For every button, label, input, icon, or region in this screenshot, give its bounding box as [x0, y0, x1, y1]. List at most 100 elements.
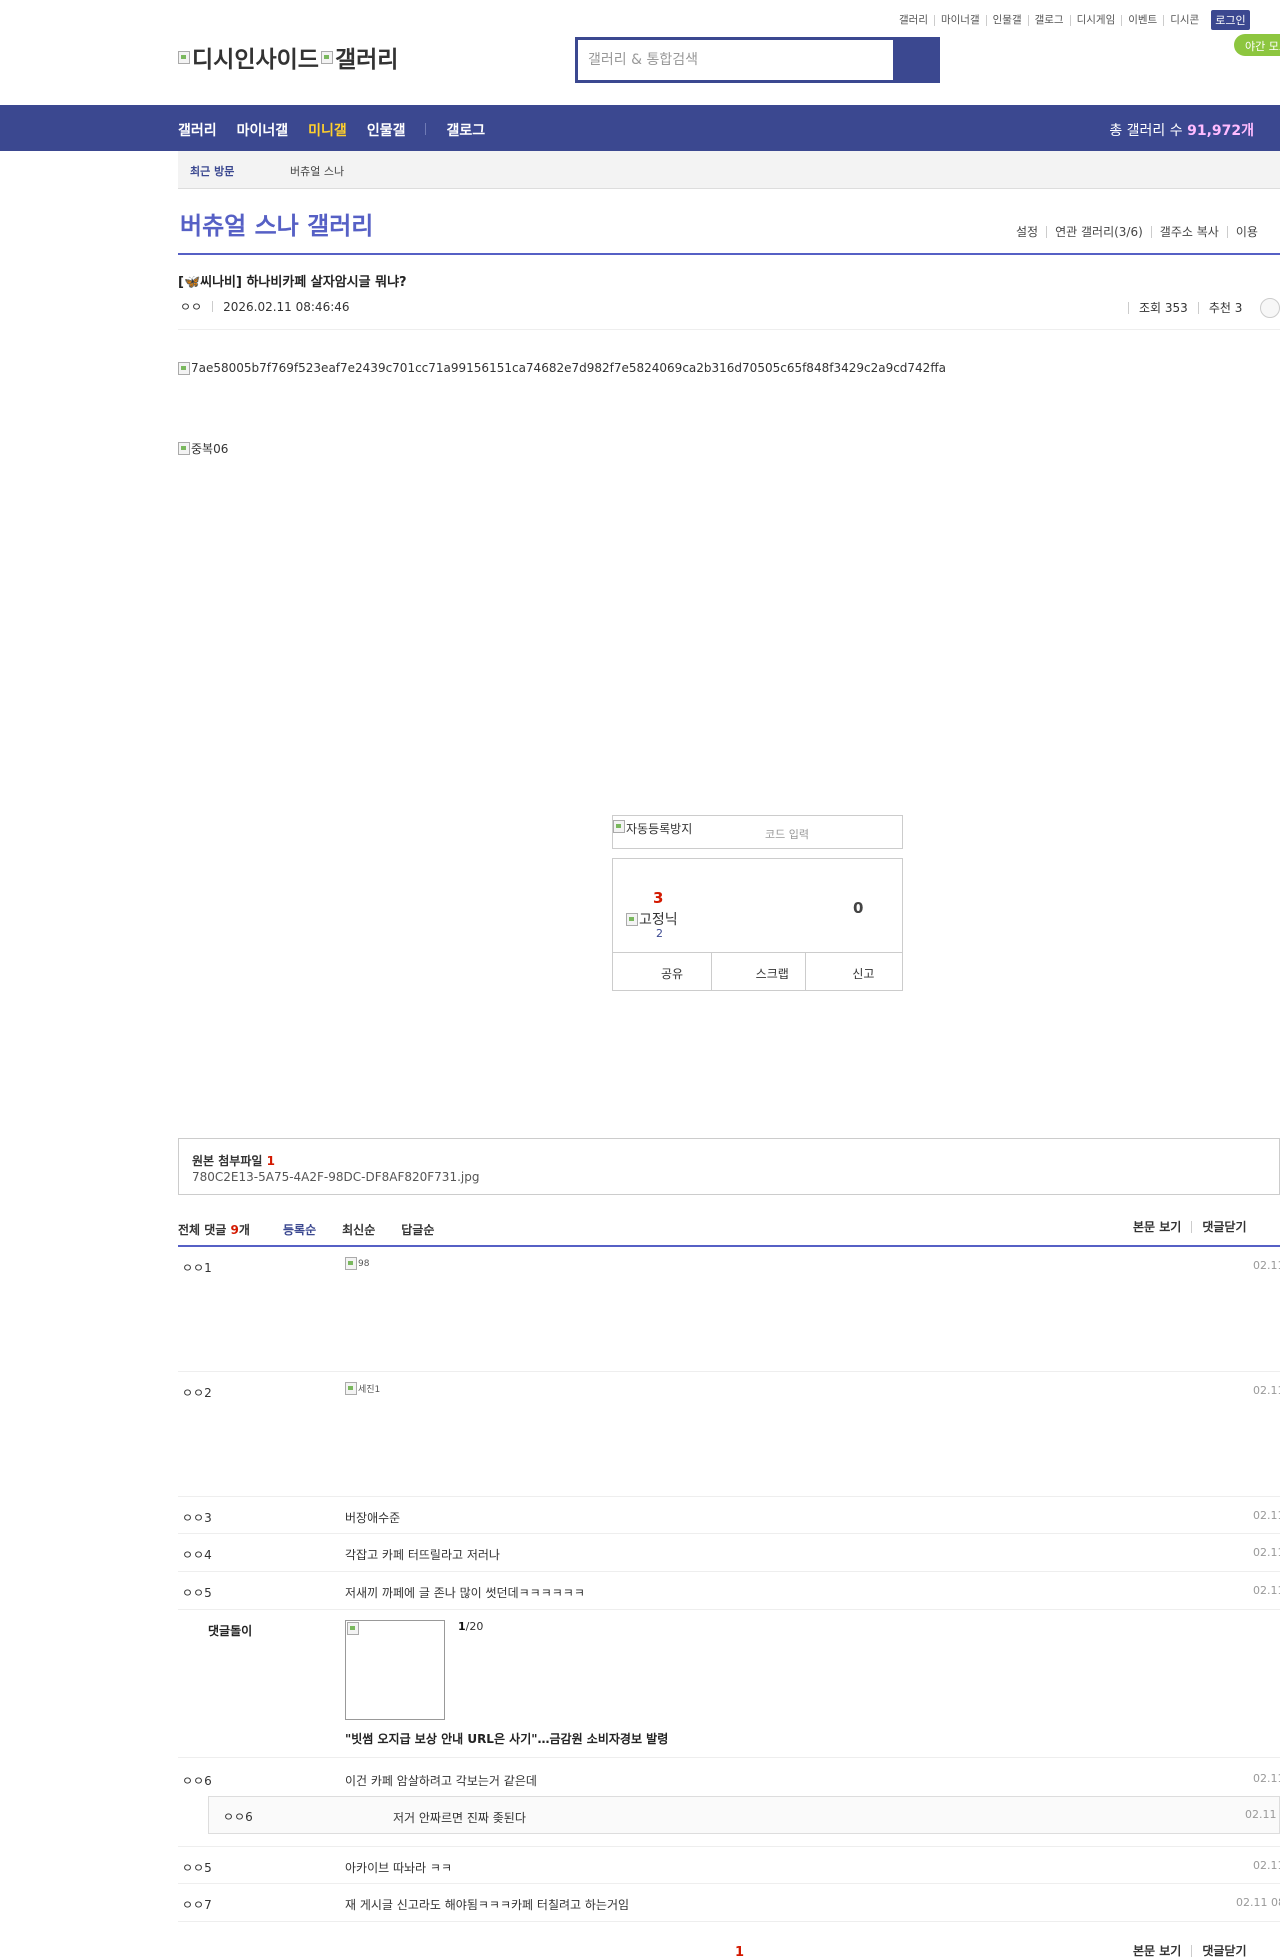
post-image-1[interactable]: 7ae58005b7f769f523eaf7e2439c701cc71a9915…	[178, 361, 946, 375]
attachment-file-link[interactable]: 780C2E13-5A75-4A2F-98DC-DF8AF820F731.jpg	[192, 1170, 479, 1184]
share-button[interactable]: 공유	[613, 953, 711, 990]
comment-nick[interactable]: ㅇㅇ7	[182, 1896, 212, 1913]
top-link-person[interactable]: 인물갤	[985, 14, 1028, 26]
top-link-game[interactable]: 디시게임	[1069, 14, 1122, 26]
ad-headline[interactable]: "빗썸 오지급 보상 안내 URL은 사기"…금감원 소비자경보 발령	[345, 1730, 668, 1747]
comment-nick[interactable]: ㅇㅇ5	[182, 1584, 212, 1601]
comment-row: ㅇㅇ4 각잡고 카페 터뜨릴라고 저러나 02.11 08:48	[178, 1534, 1280, 1572]
nav-gallog[interactable]: 갤로그	[446, 120, 485, 140]
bottom-links: 본문 보기 댓글닫기	[1123, 1945, 1257, 1957]
broken-image-icon	[613, 820, 625, 833]
recent-visit-item[interactable]: 버츄얼 스나	[290, 163, 344, 179]
broken-image-icon	[178, 442, 190, 455]
captcha-box: 자동등록방지 코드 입력	[612, 815, 903, 849]
captcha-input[interactable]: 코드 입력	[765, 826, 809, 842]
close-comments-link[interactable]: 댓글닫기	[1191, 1221, 1256, 1233]
comment-pager-current[interactable]: 1	[735, 1945, 744, 1957]
ad-pager: 1/20	[458, 1620, 484, 1633]
top-nav: 갤러리 마이너갤 인물갤 갤로그 디시게임 이벤트 디시콘 로그인	[893, 10, 1250, 30]
report-button[interactable]: 신고	[805, 953, 902, 990]
reply-text: 저거 안짜르면 진짜 좆된다	[393, 1811, 526, 1825]
copy-gallery-url-link[interactable]: 갤주소 복사	[1150, 226, 1227, 238]
view-post-link-bottom[interactable]: 본문 보기	[1123, 1945, 1191, 1957]
broken-image-icon	[178, 361, 190, 375]
fixed-nick-count: 2	[656, 927, 663, 940]
nav-minor-gallery[interactable]: 마이너갤	[237, 120, 289, 140]
gallery-settings-link[interactable]: 설정	[1008, 226, 1046, 238]
comment-text: 아카이브 따놔라 ㅋㅋ	[345, 1861, 452, 1875]
comment-dccon: 98	[345, 1257, 369, 1270]
recent-visits-bar: 최근 방문 버츄얼 스나	[178, 151, 1280, 189]
view-count: 조회 353	[1128, 302, 1198, 314]
attachment-title: 원본 첨부파일 1	[192, 1154, 275, 1168]
comment-row: ㅇㅇ2 세진1 02.11 08:47	[178, 1372, 1280, 1497]
upvote-count[interactable]: 3	[653, 889, 663, 907]
top-link-gallog[interactable]: 갤로그	[1027, 14, 1070, 26]
recommend-count: 추천 3	[1197, 302, 1253, 314]
search-input[interactable]	[578, 40, 893, 80]
meta-divider	[212, 301, 214, 312]
broken-image-icon	[178, 50, 190, 64]
post-datetime: 2026.02.11 08:46:46	[223, 299, 350, 314]
nav-gallery[interactable]: 갤러리	[178, 120, 217, 140]
view-post-link[interactable]: 본문 보기	[1123, 1221, 1191, 1233]
night-mode-button[interactable]: 야간 모드	[1234, 34, 1280, 56]
comment-date: 02.11 08:50	[1253, 1772, 1280, 1785]
reply-row: ㅇㅇ6 저거 안짜르면 진짜 좆된다 02.11 08:50	[208, 1796, 1280, 1834]
comment-text: 저새끼 까페에 글 존나 많이 썻던데ㅋㅋㅋㅋㅋㅋ	[345, 1586, 585, 1600]
top-link-event[interactable]: 이벤트	[1121, 14, 1163, 26]
reply-nick[interactable]: ㅇㅇ6	[223, 1808, 253, 1825]
broken-image-icon	[345, 1382, 357, 1395]
more-options-button[interactable]	[1260, 298, 1280, 318]
search-button[interactable]	[893, 40, 937, 80]
broken-image-icon	[347, 1622, 359, 1635]
captcha-image: 자동등록방지	[613, 820, 692, 837]
meta-divider-line	[178, 329, 1280, 330]
downvote-count[interactable]: 0	[853, 899, 863, 917]
comment-nick[interactable]: ㅇㅇ4	[182, 1546, 212, 1563]
comment-date: 02.11 08:51	[1253, 1859, 1280, 1872]
post-image-2[interactable]: 중복06	[178, 440, 228, 457]
sort-replies[interactable]: 답글순	[401, 1221, 434, 1238]
top-link-minor[interactable]: 마이너갤	[933, 14, 986, 26]
comment-date: 02.11 08:47	[1253, 1384, 1280, 1397]
comment-row: ㅇㅇ3 버장애수준 02.11 08:48	[178, 1497, 1280, 1534]
recommend-box: 3 고정닉 2 0 공유 스크랩 신고	[612, 858, 903, 991]
comment-nick[interactable]: ㅇㅇ3	[182, 1509, 212, 1526]
comment-nick[interactable]: ㅇㅇ2	[182, 1384, 212, 1401]
reply-date: 02.11 08:50	[1245, 1808, 1280, 1821]
post-stats: 조회 353 추천 3	[1128, 298, 1280, 318]
sort-latest[interactable]: 최신순	[342, 1221, 375, 1238]
comment-text: 재 게시글 신고라도 해야됨ㅋㅋㅋ카페 터칠려고 하는거임	[345, 1898, 630, 1912]
comment-row: ㅇㅇ7 재 게시글 신고라도 해야됨ㅋㅋㅋ카페 터칠려고 하는거임 02.11 …	[178, 1884, 1280, 1922]
gallery-title[interactable]: 버츄얼 스나 갤러리	[180, 206, 373, 241]
usage-link[interactable]: 이용	[1226, 226, 1266, 238]
post-meta: ㅇㅇ 2026.02.11 08:46:46	[180, 298, 350, 315]
comment-date: 02.11 08:47	[1253, 1259, 1280, 1272]
search-form	[575, 37, 940, 83]
sort-registered[interactable]: 등록순	[283, 1221, 316, 1238]
close-comments-link-bottom[interactable]: 댓글닫기	[1191, 1945, 1256, 1957]
recent-visits-label[interactable]: 최근 방문	[190, 163, 234, 179]
nav-person-gallery[interactable]: 인물갤	[367, 120, 406, 140]
ad-thumbnail[interactable]	[345, 1620, 445, 1720]
related-galleries-link[interactable]: 연관 갤러리(3/6)	[1046, 226, 1151, 238]
comment-nick[interactable]: ㅇㅇ1	[182, 1259, 212, 1276]
fixed-nick-image: 고정닉	[626, 909, 678, 929]
comment-nick[interactable]: ㅇㅇ6	[182, 1772, 212, 1789]
post-author[interactable]: ㅇㅇ	[180, 298, 202, 315]
comment-header: 전체 댓글 9개 등록순 최신순 답글순 본문 보기 댓글닫기	[178, 1221, 1280, 1238]
nav-mini-gallery[interactable]: 미니갤	[308, 120, 347, 140]
top-link-gallery[interactable]: 갤러리	[893, 14, 934, 26]
comment-nick[interactable]: ㅇㅇ5	[182, 1859, 212, 1876]
comment-bot-ad: 댓글돌이 1/20 "빗썸 오지급 보상 안내 URL은 사기"…금감원 소비자…	[178, 1610, 1280, 1758]
top-link-dccon[interactable]: 디시콘	[1163, 14, 1205, 26]
comment-text: 이건 카페 암살하려고 각보는거 같은데	[345, 1774, 537, 1788]
login-button[interactable]: 로그인	[1211, 10, 1250, 30]
logo-alt-text: 디시인사이드	[192, 47, 319, 73]
comment-text: 각잡고 카페 터뜨릴라고 저러나	[345, 1548, 500, 1562]
site-logo[interactable]: 디시인사이드 갤러리	[178, 40, 398, 74]
broken-image-icon	[345, 1257, 357, 1270]
broken-image-icon	[626, 912, 638, 926]
scrap-button[interactable]: 스크랩	[710, 953, 806, 990]
